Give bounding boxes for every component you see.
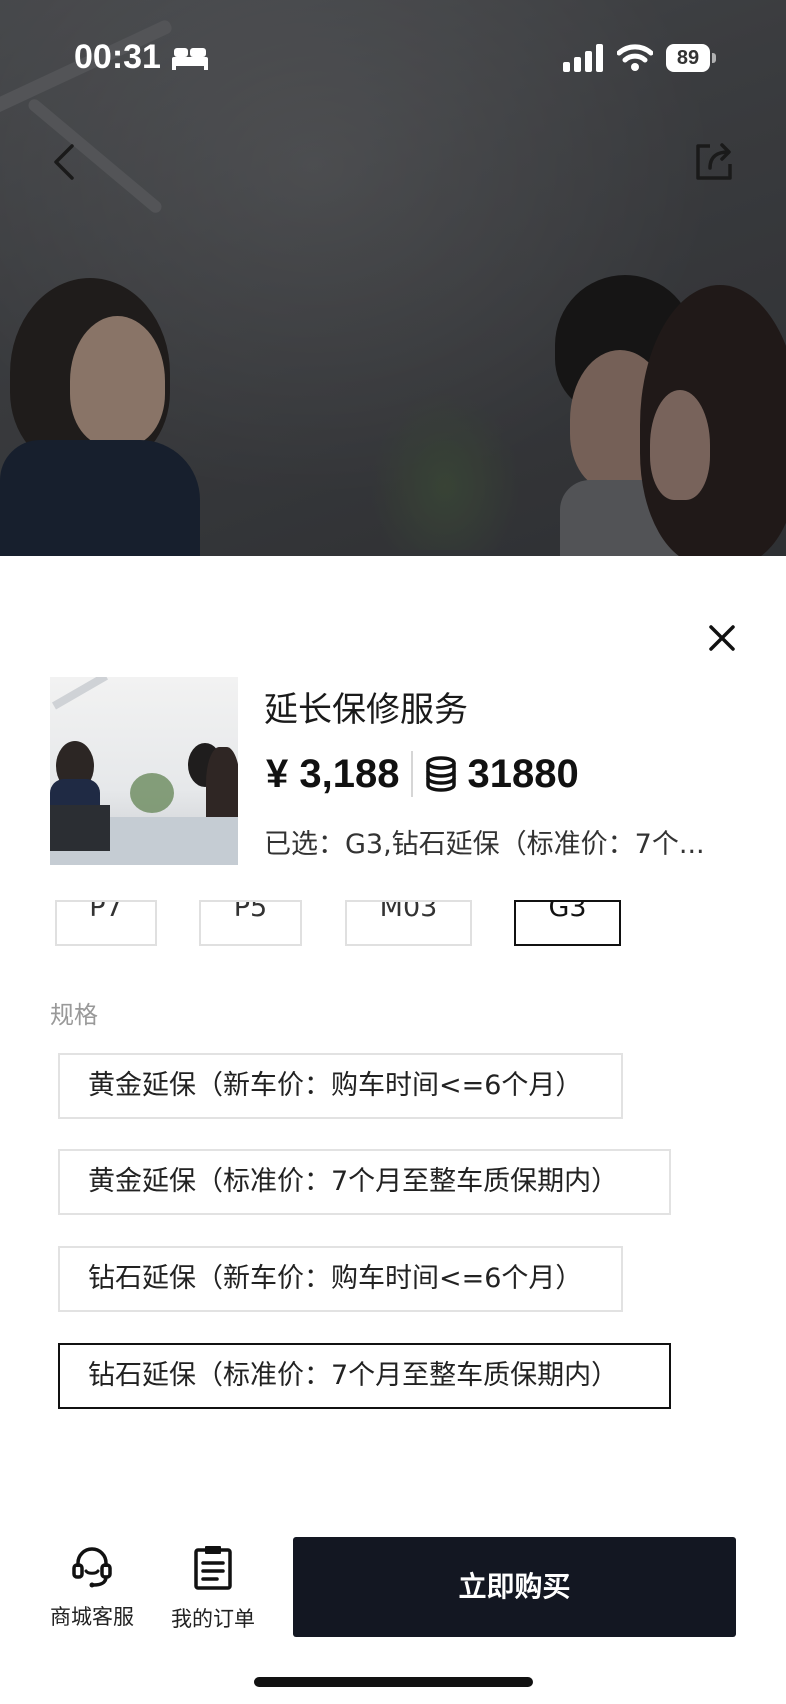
spec-option-label: 钻石延保（标准价：7个月至整车质保期内） xyxy=(88,1360,619,1391)
selected-summary: 已选：G3,钻石延保（标准价：7个... xyxy=(264,829,705,860)
product-title: 延长保修服务 xyxy=(264,690,468,730)
thumb-laptop xyxy=(50,805,110,851)
status-bar: 00:31 89 xyxy=(0,0,786,116)
spec-option-gold-new[interactable]: 黄金延保（新车价：购车时间<=6个月） xyxy=(58,1053,623,1119)
model-option-label: P7 xyxy=(89,900,123,923)
my-orders-button[interactable]: 我的订单 xyxy=(158,1545,268,1633)
buy-now-button[interactable]: 立即购买 xyxy=(293,1537,736,1637)
price-points: 31880 xyxy=(467,751,579,796)
thumb-plant xyxy=(130,773,174,813)
wifi-icon xyxy=(617,44,653,71)
customer-service-label: 商城客服 xyxy=(50,1605,134,1629)
price-row: ¥ 3,188 31880 xyxy=(266,748,579,800)
price-divider xyxy=(411,751,414,797)
battery-tip xyxy=(712,53,716,63)
clipboard-icon xyxy=(194,1546,232,1590)
battery-level: 89 xyxy=(666,44,710,72)
status-time: 00:31 xyxy=(74,38,161,76)
headset-icon xyxy=(72,1547,112,1588)
spec-heading: 规格 xyxy=(50,1001,98,1029)
model-option-label: P5 xyxy=(233,900,268,923)
spec-option-diamond-standard[interactable]: 钻石延保（标准价：7个月至整车质保期内） xyxy=(58,1343,671,1409)
product-thumbnail xyxy=(50,677,238,865)
spec-option-label: 黄金延保（标准价：7个月至整车质保期内） xyxy=(88,1166,619,1197)
model-option-m03[interactable]: M03 xyxy=(345,900,472,946)
my-orders-label: 我的订单 xyxy=(171,1607,255,1631)
spec-option-gold-standard[interactable]: 黄金延保（标准价：7个月至整车质保期内） xyxy=(58,1149,671,1215)
battery-indicator: 89 xyxy=(666,44,716,72)
thumb-lamp xyxy=(52,677,108,710)
customer-service-button[interactable]: 商城客服 xyxy=(37,1545,147,1631)
spec-option-diamond-new[interactable]: 钻石延保（新车价：购车时间<=6个月） xyxy=(58,1246,623,1312)
signal-icon xyxy=(563,44,603,72)
spec-option-label: 黄金延保（新车价：购车时间<=6个月） xyxy=(88,1070,583,1101)
back-icon[interactable] xyxy=(46,140,82,184)
coin-icon xyxy=(426,756,457,792)
close-icon[interactable] xyxy=(704,620,740,656)
model-option-p5[interactable]: P5 xyxy=(199,900,302,946)
home-indicator[interactable] xyxy=(254,1677,533,1687)
model-option-label: G3 xyxy=(548,900,587,923)
model-option-g3[interactable]: G3 xyxy=(514,900,621,946)
price-cash: ¥ 3,188 xyxy=(266,751,400,796)
spec-option-label: 钻石延保（新车价：购车时间<=6个月） xyxy=(88,1263,583,1294)
share-icon[interactable] xyxy=(692,140,736,184)
model-option-p7[interactable]: P7 xyxy=(55,900,157,946)
bed-icon xyxy=(172,48,208,70)
model-option-label: M03 xyxy=(379,900,438,923)
